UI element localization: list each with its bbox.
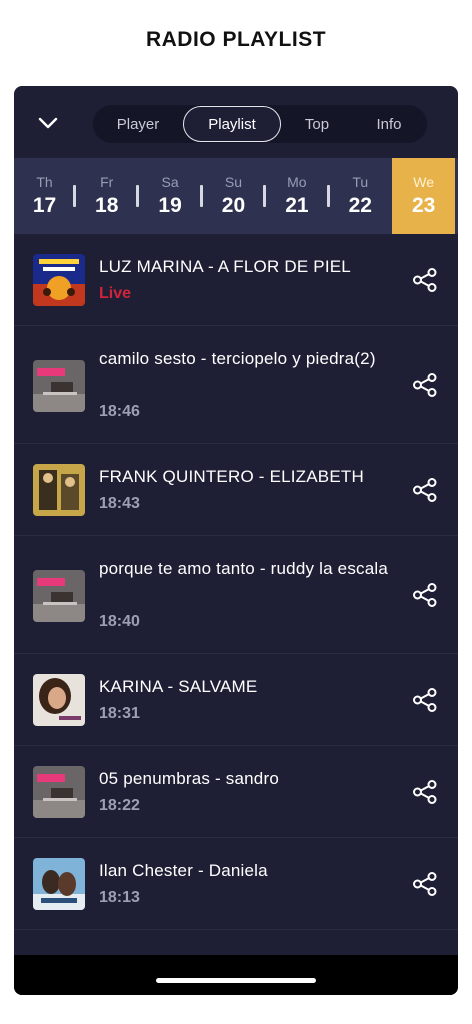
live-label: Live	[99, 285, 132, 302]
song-title: KARINA - SALVAME	[99, 677, 258, 696]
song-time: 18:46	[99, 403, 140, 420]
day-selector: Th 17 Fr 18 Sa 19 Su 20 Mo 21 Tu 22 We 2…	[14, 158, 458, 234]
page-title: RADIO PLAYLIST	[145, 28, 327, 51]
day-sun[interactable]: Su 20	[202, 158, 267, 234]
tab-info[interactable]: Info	[353, 106, 425, 142]
home-indicator-bar	[14, 955, 458, 995]
day-sat[interactable]: Sa 19	[138, 158, 203, 234]
share-button[interactable]	[410, 265, 440, 295]
share-icon	[413, 872, 437, 896]
day-date: 21	[285, 194, 309, 217]
album-cover	[33, 464, 85, 516]
day-name: Tu	[352, 174, 369, 190]
day-name: Mo	[287, 174, 307, 190]
day-date: 18	[95, 194, 119, 217]
day-date: 19	[158, 194, 182, 217]
song-time: 18:22	[99, 797, 140, 814]
share-icon	[413, 478, 437, 502]
tab-top[interactable]: Top	[281, 106, 353, 142]
album-cover	[33, 858, 85, 910]
song-title: LUZ MARINA - A FLOR DE PIEL	[99, 257, 351, 276]
day-name: Sa	[161, 174, 179, 190]
playlist-item[interactable]: camilo sesto - terciopelo y piedra(2) 18…	[14, 326, 458, 444]
day-name: Su	[224, 174, 243, 190]
share-button[interactable]	[410, 475, 440, 505]
album-cover	[33, 360, 85, 412]
playlist-item[interactable]: FRANK QUINTERO - ELIZABETH 18:43	[14, 444, 458, 536]
day-name: We	[413, 174, 435, 190]
playlist-item[interactable]: porque te amo tanto - ruddy la escala 18…	[14, 536, 458, 654]
share-icon	[413, 583, 437, 607]
share-button[interactable]	[410, 869, 440, 899]
player-card: Player Playlist Top Info Th 17 Fr 18 Sa …	[14, 86, 458, 995]
day-thu[interactable]: Th 17	[14, 158, 76, 234]
song-time: 18:40	[99, 613, 140, 630]
share-button[interactable]	[410, 777, 440, 807]
share-button[interactable]	[410, 685, 440, 715]
tab-playlist[interactable]: Playlist	[183, 106, 281, 142]
song-title: 05 penumbras - sandro	[99, 769, 279, 788]
share-icon	[413, 268, 437, 292]
playlist-item[interactable]: 05 penumbras - sandro 18:22	[14, 746, 458, 838]
tab-bar: Player Playlist Top Info	[93, 105, 427, 143]
day-date: 22	[348, 194, 372, 217]
day-name: Th	[36, 174, 53, 190]
song-time: 18:43	[99, 495, 140, 512]
playlist-list: LUZ MARINA - A FLOR DE PIEL Live camilo …	[14, 234, 458, 930]
share-icon	[413, 688, 437, 712]
day-wed[interactable]: We 23	[391, 158, 456, 234]
album-cover	[33, 570, 85, 622]
song-title: camilo sesto - terciopelo y piedra(2)	[99, 349, 376, 368]
collapse-button[interactable]	[34, 109, 62, 137]
day-mon[interactable]: Mo 21	[265, 158, 330, 234]
album-cover	[33, 674, 85, 726]
song-time: 18:13	[99, 889, 140, 906]
chevron-down-icon	[38, 117, 58, 129]
song-title: FRANK QUINTERO - ELIZABETH	[99, 467, 364, 486]
day-date: 23	[411, 194, 436, 217]
share-icon	[413, 373, 437, 397]
tab-player[interactable]: Player	[93, 106, 183, 142]
album-cover	[33, 766, 85, 818]
share-button[interactable]	[410, 370, 440, 400]
share-button[interactable]	[410, 580, 440, 610]
home-indicator[interactable]	[156, 978, 316, 983]
album-cover	[33, 254, 85, 306]
header: Player Playlist Top Info	[14, 86, 458, 158]
day-name: Fr	[100, 174, 114, 190]
playlist-item[interactable]: LUZ MARINA - A FLOR DE PIEL Live	[14, 234, 458, 326]
day-fri[interactable]: Fr 18	[75, 158, 140, 234]
playlist-item[interactable]: KARINA - SALVAME 18:31	[14, 654, 458, 746]
share-icon	[413, 780, 437, 804]
song-time: 18:31	[99, 705, 140, 722]
day-tue[interactable]: Tu 22	[329, 158, 392, 234]
day-date: 17	[32, 194, 57, 217]
day-date: 20	[221, 194, 246, 217]
playlist-item[interactable]: Ilan Chester - Daniela 18:13	[14, 838, 458, 930]
song-title: porque te amo tanto - ruddy la escala	[99, 559, 389, 578]
song-title: Ilan Chester - Daniela	[99, 861, 268, 880]
